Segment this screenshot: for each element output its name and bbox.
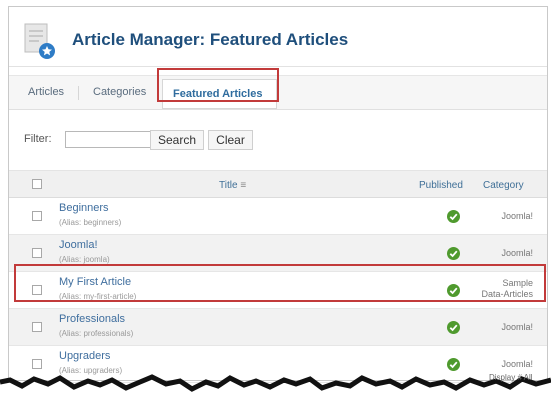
filter-label: Filter:	[24, 133, 52, 145]
article-category: Joomla!	[501, 322, 533, 332]
category-column-header[interactable]: Category	[483, 180, 524, 191]
search-button[interactable]: Search	[150, 130, 204, 150]
row-checkbox[interactable]	[32, 322, 42, 332]
article-category: Joomla!	[501, 248, 533, 258]
sort-icon: ≡	[240, 180, 247, 191]
article-category: Joomla!	[501, 211, 533, 221]
published-check-icon[interactable]	[447, 247, 460, 260]
featured-tab-highlight	[157, 68, 279, 102]
admin-panel: Article Manager: Featured Articles Artic…	[8, 6, 548, 383]
table-row: Beginners (Alias: beginners) Joomla!	[9, 198, 547, 235]
title-column-header[interactable]: Title ≡	[219, 180, 246, 191]
article-title-link[interactable]: Joomla!	[59, 239, 98, 251]
published-check-icon[interactable]	[447, 210, 460, 223]
article-alias: (Alias: professionals)	[59, 329, 134, 338]
table-header: Title ≡ Published Category	[9, 170, 547, 198]
display-count-label: Display # All	[489, 373, 533, 382]
published-check-icon[interactable]	[447, 321, 460, 334]
tab-articles[interactable]: Articles	[28, 86, 64, 98]
row-checkbox[interactable]	[32, 211, 42, 221]
row-checkbox[interactable]	[32, 248, 42, 258]
tab-divider	[78, 86, 79, 100]
article-alias: (Alias: joomla)	[59, 255, 110, 264]
published-column-header[interactable]: Published	[419, 180, 463, 191]
article-alias: (Alias: beginners)	[59, 218, 122, 227]
torn-edge	[0, 374, 551, 404]
row-highlight	[14, 264, 546, 302]
page-header: Article Manager: Featured Articles	[9, 7, 547, 67]
article-title-link[interactable]: Beginners	[59, 202, 109, 214]
page-title: Article Manager: Featured Articles	[72, 30, 349, 49]
filter-input[interactable]	[65, 131, 157, 148]
tab-categories[interactable]: Categories	[93, 86, 146, 98]
select-all-checkbox[interactable]	[32, 179, 42, 189]
table-row: Professionals (Alias: professionals) Joo…	[9, 309, 547, 346]
article-title-link[interactable]: Professionals	[59, 313, 125, 325]
clear-button[interactable]: Clear	[208, 130, 253, 150]
featured-article-icon	[24, 23, 55, 59]
